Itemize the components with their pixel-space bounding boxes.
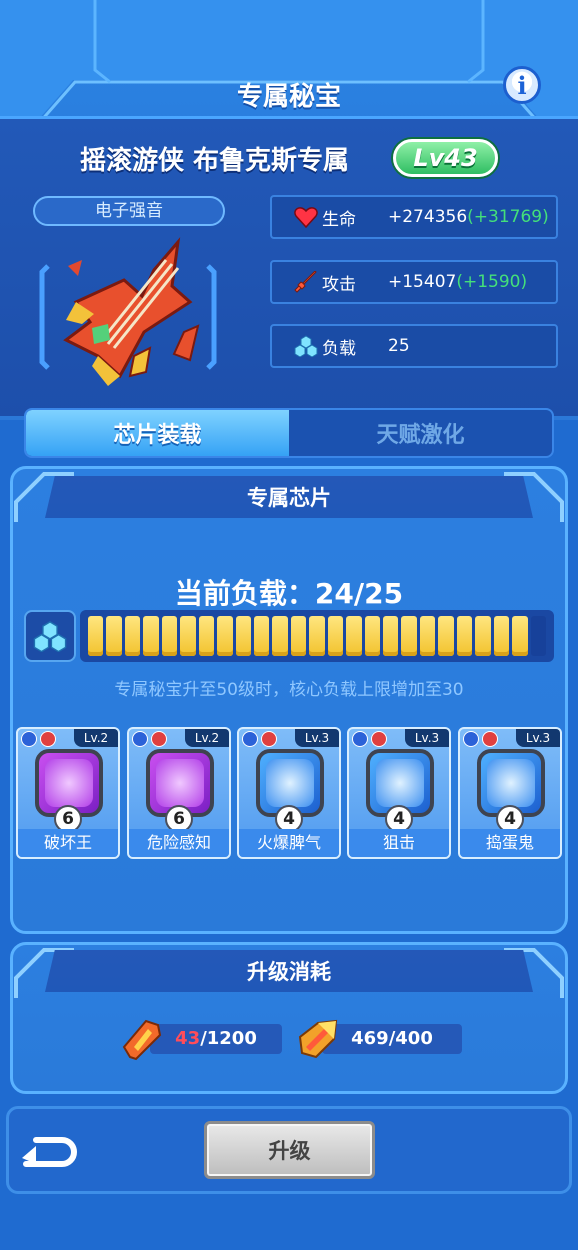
load-segment — [235, 616, 251, 656]
load-segment — [309, 616, 325, 656]
chip-card[interactable]: Lv.3 4 捣蛋鬼 — [458, 727, 562, 859]
page-title: 专属秘宝 — [236, 82, 341, 112]
cost-section-title: 升级消耗 — [45, 950, 533, 992]
chip-attack-tag-icon — [261, 731, 277, 747]
cost-item-gold-crystal: 469/400 — [322, 1024, 462, 1054]
stat-bonus: (+31769) — [467, 207, 549, 227]
chip-name: 捣蛋鬼 — [460, 829, 560, 857]
stat-value: 25 — [388, 336, 410, 356]
level-badge: Lv43 — [393, 139, 498, 177]
load-cubes-icon — [294, 335, 318, 357]
load-segment — [364, 616, 381, 656]
load-segment — [475, 616, 491, 656]
load-segment — [346, 616, 362, 656]
gold-crystal-icon[interactable] — [296, 1017, 340, 1061]
cost-item-orange-crystal: 43/1200 — [150, 1024, 282, 1054]
stat-value: +274356 — [388, 207, 468, 227]
chip-attack-tag-icon — [371, 731, 387, 747]
treasure-name-label: 电子强音 — [33, 196, 225, 226]
chip-level: Lv.3 — [405, 729, 449, 747]
cost-need: /1200 — [200, 1028, 257, 1049]
chip-name: 破坏王 — [18, 829, 118, 857]
stat-label: 负载 — [322, 338, 356, 359]
chip-attack-tag-icon — [151, 731, 167, 747]
load-segment — [530, 616, 546, 656]
chip-slot-tag-icon — [21, 731, 37, 747]
load-segment — [493, 616, 510, 656]
load-segment — [253, 616, 270, 656]
stat-label: 生命 — [322, 209, 356, 230]
guitar-weapon-icon[interactable] — [38, 236, 218, 398]
chip-panel — [10, 466, 568, 934]
load-segment — [161, 616, 178, 656]
load-segment — [401, 616, 417, 656]
info-button[interactable]: i — [503, 66, 541, 104]
load-segments — [88, 616, 546, 656]
chip-level: Lv.2 — [185, 729, 229, 747]
load-icon-box — [24, 610, 76, 662]
stat-bonus: (+1590) — [456, 272, 528, 292]
chip-card[interactable]: Lv.3 4 火爆脾气 — [237, 727, 341, 859]
chip-attack-tag-icon — [482, 731, 498, 747]
chip-level: Lv.3 — [516, 729, 560, 747]
chip-attack-tag-icon — [40, 731, 56, 747]
chip-level: Lv.3 — [295, 729, 339, 747]
load-segment — [88, 616, 104, 656]
stat-label: 攻击 — [322, 274, 356, 295]
stat-row-hp: 生命 +274356 (+31769) — [270, 195, 558, 239]
cost-have: 469 — [351, 1028, 389, 1049]
load-segment — [383, 616, 399, 656]
chip-slot-tag-icon — [132, 731, 148, 747]
chip-card[interactable]: Lv.3 4 狙击 — [347, 727, 451, 859]
stat-row-load: 负载 25 — [270, 324, 558, 368]
load-title: 当前负载：24/25 — [174, 577, 404, 610]
load-segment — [124, 616, 141, 656]
cost-need: /400 — [388, 1028, 433, 1049]
chip-card[interactable]: Lv.2 6 危险感知 — [127, 727, 231, 859]
load-segment — [512, 616, 528, 656]
chip-name: 火爆脾气 — [239, 829, 339, 857]
heart-icon — [294, 207, 318, 228]
chip-slot-tag-icon — [242, 731, 258, 747]
load-segment — [272, 616, 288, 656]
chip-name: 狙击 — [349, 829, 449, 857]
upgrade-button[interactable]: 升级 — [204, 1121, 375, 1179]
hero-name: 摇滚游侠 布鲁克斯专属 — [80, 146, 350, 176]
load-segment — [290, 616, 307, 656]
chip-section-title: 专属芯片 — [45, 476, 533, 518]
load-progress-bar — [80, 610, 554, 662]
load-upgrade-note: 专属秘宝升至50级时，核心负载上限增加至30 — [114, 680, 464, 700]
chip-card[interactable]: Lv.2 6 破坏王 — [16, 727, 120, 859]
tab-bar: 芯片装载 天赋激化 — [24, 408, 554, 458]
load-segment — [198, 616, 215, 656]
orange-crystal-icon[interactable] — [120, 1017, 164, 1061]
load-segment — [327, 616, 344, 656]
load-segment — [106, 616, 122, 656]
tab-talent-activation[interactable]: 天赋激化 — [289, 410, 552, 456]
load-segment — [456, 616, 473, 656]
stat-value: +15407 — [388, 272, 457, 292]
chip-name: 危险感知 — [129, 829, 229, 857]
chip-slot-tag-icon — [463, 731, 479, 747]
load-segment — [143, 616, 159, 656]
load-segment — [438, 616, 454, 656]
chip-slot-tag-icon — [352, 731, 368, 747]
sword-icon — [294, 271, 317, 293]
cost-have: 43 — [175, 1028, 201, 1049]
load-segment — [217, 616, 233, 656]
info-icon: i — [517, 70, 527, 100]
back-arrow-icon[interactable] — [18, 1130, 78, 1170]
load-cubes-icon — [33, 621, 67, 652]
load-segment — [180, 616, 196, 656]
chip-level: Lv.2 — [74, 729, 118, 747]
load-segment — [419, 616, 436, 656]
stat-row-attack: 攻击 +15407 (+1590) — [270, 260, 558, 304]
tab-chip-loading[interactable]: 芯片装载 — [26, 410, 289, 456]
